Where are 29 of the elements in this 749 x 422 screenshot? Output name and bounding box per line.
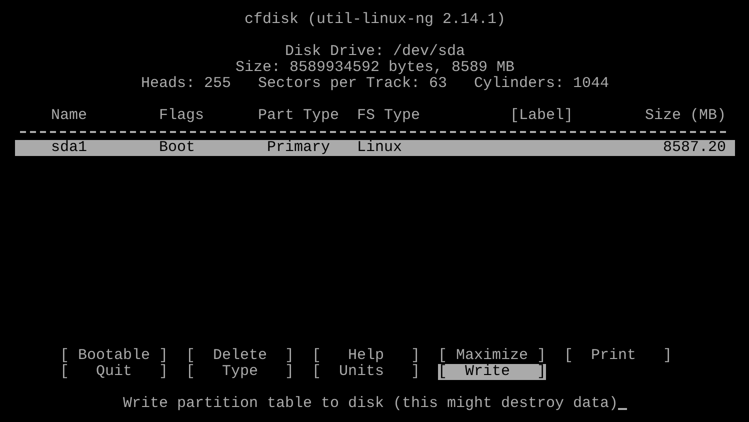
table-cell: sda1 xyxy=(51,140,87,156)
cursor-icon xyxy=(618,408,628,410)
table-cell: Boot xyxy=(159,140,195,156)
heads-info: Heads: 255 xyxy=(140,76,231,92)
column-header: Part Type xyxy=(258,108,339,124)
disk-drive: Disk Drive: /dev/sda xyxy=(284,44,466,60)
menu-button[interactable]: [ Units ] xyxy=(312,364,420,380)
menu-button[interactable]: [ Type ] xyxy=(186,364,294,380)
menu-button[interactable]: [ Bootable ] xyxy=(60,348,168,364)
table-cell: 8587.20 xyxy=(662,140,726,156)
table-cell: Primary xyxy=(267,140,330,156)
column-header: FS Type xyxy=(357,108,420,124)
disk-size: Size: 8589934592 bytes, 8589 MB xyxy=(234,60,516,76)
sectors-info: Sectors per Track: 63 xyxy=(258,76,447,92)
menu-button[interactable]: [ Print ] xyxy=(564,348,672,364)
menu-button[interactable]: [ Write ] xyxy=(438,364,546,380)
column-header: Name xyxy=(51,108,87,124)
column-header: Flags xyxy=(159,108,204,124)
table-cell: Linux xyxy=(357,140,402,156)
program-title: cfdisk (util-linux-ng 2.14.1) xyxy=(243,12,507,28)
menu-button[interactable]: [ Delete ] xyxy=(186,348,294,364)
menu-button[interactable]: [ Quit ] xyxy=(60,364,168,380)
column-header: [Label] xyxy=(510,108,573,124)
cylinders-info: Cylinders: 1044 xyxy=(474,76,610,92)
partition-row[interactable]: sda1 Boot Primary Linux 8587.20 xyxy=(15,140,735,156)
status-message: Write partition table to disk (this might destroy data) xyxy=(122,396,618,412)
menu-button[interactable]: [ Maximize ] xyxy=(438,348,546,364)
menu-button[interactable]: [ Help ] xyxy=(312,348,420,364)
column-header: Size (MB) xyxy=(644,108,726,124)
